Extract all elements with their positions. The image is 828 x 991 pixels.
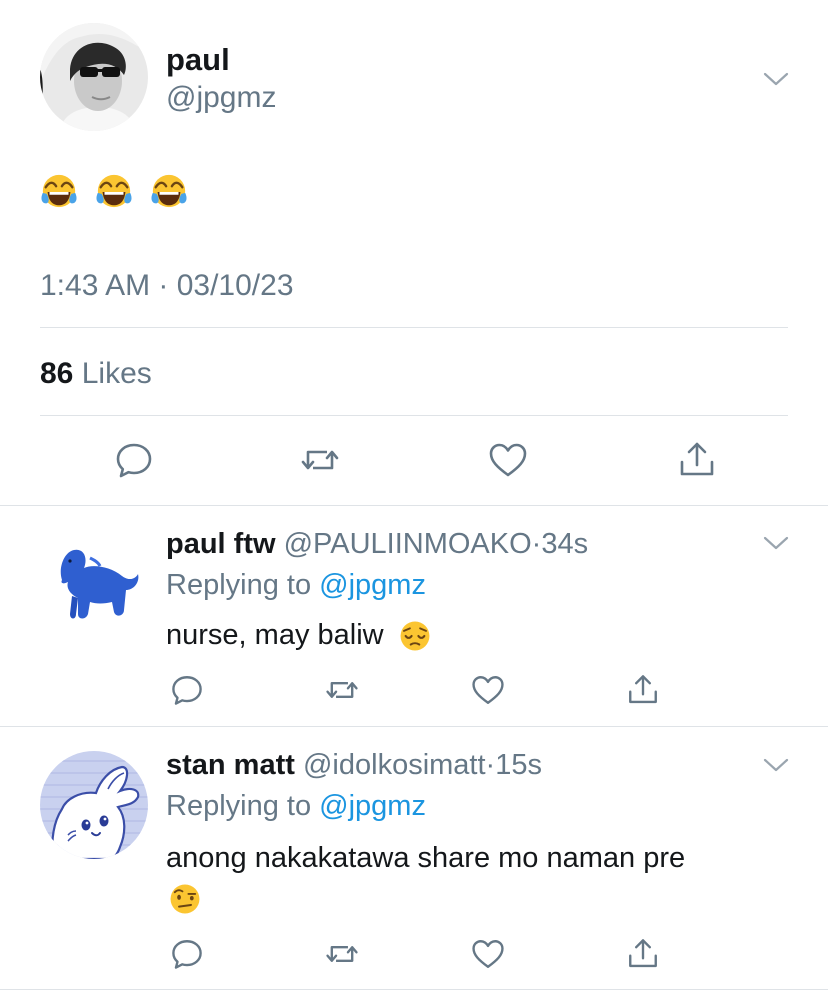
like-icon[interactable]: [471, 673, 505, 707]
reply-2-time[interactable]: 15s: [495, 749, 542, 781]
pensive-face-icon: [398, 619, 432, 653]
main-handle[interactable]: @jpgmz: [166, 80, 276, 116]
replying-to-label: Replying to: [166, 790, 312, 822]
retweet-icon[interactable]: [325, 937, 359, 971]
reply-2-header: stan matt @idolkosimatt·15s: [166, 747, 542, 783]
reply-icon[interactable]: [170, 673, 204, 707]
reply-1-display-name[interactable]: paul ftw: [166, 528, 276, 560]
retweet-icon[interactable]: [325, 673, 359, 707]
reply-1-header: paul ftw @PAULIINMOAKO·34s: [166, 526, 588, 562]
avatar-reply-2[interactable]: [40, 751, 148, 859]
reply-icon[interactable]: [114, 440, 154, 480]
reply-2-separator: ·: [485, 749, 496, 781]
replying-to-label: Replying to: [166, 569, 312, 601]
tweet-timestamp[interactable]: 1:43 AM · 03/10/23: [40, 268, 294, 304]
replying-to-handle[interactable]: @jpgmz: [319, 569, 426, 601]
likes-label: Likes: [81, 357, 152, 390]
chevron-down-icon[interactable]: [762, 70, 790, 88]
divider: [0, 505, 828, 506]
tears-of-joy-icon: [150, 172, 188, 210]
reply-1-replying-to: Replying to @jpgmz: [166, 567, 426, 603]
raised-eyebrow-face-icon: [168, 882, 202, 916]
reply-1-handle[interactable]: @PAULIINMOAKO: [284, 528, 532, 560]
divider: [0, 989, 828, 990]
share-icon[interactable]: [626, 937, 660, 971]
like-icon[interactable]: [488, 440, 528, 480]
reply-2-handle[interactable]: @idolkosimatt: [303, 749, 486, 781]
likes-count: 86: [40, 357, 74, 390]
tears-of-joy-icon: [40, 172, 78, 210]
avatar-main[interactable]: [40, 23, 148, 131]
divider: [40, 327, 788, 328]
retweet-icon[interactable]: [300, 440, 340, 480]
like-icon[interactable]: [471, 937, 505, 971]
reply-2-text: anong nakakatawa share mo naman pre: [166, 842, 686, 874]
share-icon[interactable]: [626, 673, 660, 707]
avatar-reply-1[interactable]: [40, 528, 148, 636]
replying-to-handle[interactable]: @jpgmz: [319, 790, 426, 822]
tweet-body: [40, 172, 188, 212]
reply-1-separator: ·: [531, 528, 542, 560]
likes-stat[interactable]: 86 Likes: [40, 356, 152, 392]
share-icon[interactable]: [677, 440, 717, 480]
chevron-down-icon[interactable]: [762, 534, 790, 552]
divider: [40, 415, 788, 416]
reply-1-text: nurse, may baliw: [166, 617, 432, 653]
tears-of-joy-icon: [95, 172, 133, 210]
reply-2-replying-to: Replying to @jpgmz: [166, 788, 426, 824]
divider: [0, 726, 828, 727]
chevron-down-icon[interactable]: [762, 756, 790, 774]
reply-icon[interactable]: [170, 937, 204, 971]
reply-1-text-content: nurse, may baliw: [166, 619, 384, 651]
reply-2-display-name[interactable]: stan matt: [166, 749, 295, 781]
main-display-name[interactable]: paul: [166, 42, 230, 78]
reply-1-time[interactable]: 34s: [541, 528, 588, 560]
